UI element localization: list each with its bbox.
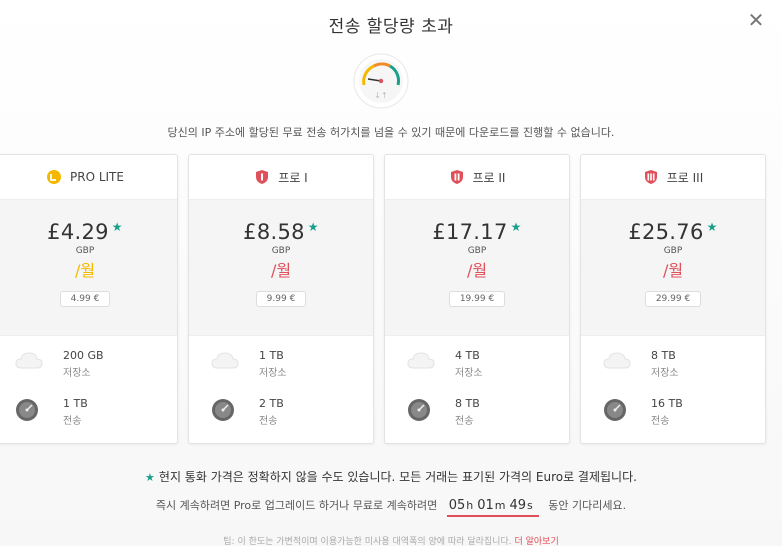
storage-amount: 8 TB: [651, 349, 676, 362]
timer-hours: 05: [448, 498, 466, 513]
currency-note: ★ 현지 통화 가격은 정확하지 않을 수도 있습니다. 모든 거래는 표기된 가…: [0, 468, 782, 485]
transfer-label: 전송: [63, 416, 82, 427]
cloud-icon: [211, 350, 239, 373]
star-icon: ★: [307, 220, 319, 234]
plan-name: PRO LITE: [70, 170, 124, 184]
plan-euro-price: 19.99 €: [448, 291, 506, 307]
plan-header: 프로 I: [189, 155, 373, 200]
storage-label: 저장소: [455, 368, 483, 379]
plan-period: /월: [662, 261, 684, 280]
learn-more-link[interactable]: 더 알아보기: [514, 537, 558, 546]
cloud-icon: [407, 350, 435, 373]
plan-euro-price: 4.99 €: [59, 291, 111, 307]
plan-price: £8.58: [243, 220, 305, 244]
storage-amount: 1 TB: [259, 349, 284, 362]
transfer-amount: 8 TB: [455, 397, 480, 410]
storage-amount: 200 GB: [63, 349, 104, 362]
cloud-icon: [603, 350, 631, 373]
plan-card-pro-i[interactable]: 프로 I £8.58 ★ GBP /월 9.99 € 1 TB 저장소 2 TB …: [188, 154, 374, 444]
storage-label: 저장소: [651, 368, 679, 379]
transfer-amount: 16 TB: [651, 397, 683, 410]
plan-price: £25.76: [628, 220, 704, 244]
transfer-gauge-small-icon: [211, 398, 235, 425]
countdown-timer: 05h 01m 49s: [446, 498, 539, 517]
transfer-gauge-icon: ↓↑: [352, 52, 410, 110]
cloud-icon: [15, 350, 43, 373]
star-icon: ★: [111, 220, 123, 234]
star-icon: ★: [145, 471, 155, 484]
timer-minutes: 01: [477, 498, 494, 513]
plan-euro-price: 29.99 €: [644, 291, 702, 307]
quota-message: 당신의 IP 주소에 할당된 무료 전송 허가치를 넘을 수 있기 때문에 다운…: [167, 126, 615, 139]
star-icon: ★: [706, 220, 718, 234]
pro-i-icon: [254, 169, 270, 185]
plan-price: £17.17: [432, 220, 508, 244]
star-icon: ★: [510, 220, 522, 234]
transfer-label: 전송: [455, 416, 474, 427]
storage-label: 저장소: [259, 368, 287, 379]
plan-card-pro-lite[interactable]: PRO LITE £4.29 ★ GBP /월 4.99 € 200 GB 저장소…: [0, 154, 178, 444]
plan-period: /월: [270, 261, 292, 280]
svg-text:↓↑: ↓↑: [374, 91, 387, 100]
plan-period: /월: [74, 261, 96, 280]
close-icon[interactable]: ✕: [746, 10, 766, 30]
wait-text-after: 동안 기다리세요.: [548, 499, 627, 512]
timer-seconds: 49: [509, 498, 527, 513]
tip-text: 팁: 이 한도는 가변적이며 이용가능한 미사용 대역폭의 양에 따라 달라집니…: [223, 537, 512, 546]
wait-message: 즉시 계속하려면 Pro로 업그레이드 하거나 무료로 계속하려면 05h 01m…: [0, 497, 782, 517]
plan-name: 프로 I: [278, 170, 308, 185]
storage-label: 저장소: [63, 368, 91, 379]
plan-price: £4.29: [47, 220, 109, 244]
plan-header: 프로 II: [385, 155, 569, 200]
transfer-amount: 1 TB: [63, 397, 88, 410]
tip-message: 팁: 이 한도는 가변적이며 이용가능한 미사용 대역폭의 양에 따라 달라집니…: [0, 534, 782, 546]
plan-currency: GBP: [75, 246, 95, 256]
plan-card-pro-ii[interactable]: 프로 II £17.17 ★ GBP /월 19.99 € 4 TB 저장소 8 …: [384, 154, 570, 444]
timer-minutes-unit: m: [494, 499, 506, 512]
plan-currency: GBP: [663, 246, 683, 256]
wait-text-before: 즉시 계속하려면 Pro로 업그레이드 하거나 무료로 계속하려면: [155, 499, 438, 512]
plan-card-pro-iii[interactable]: 프로 III £25.76 ★ GBP /월 29.99 € 8 TB 저장소 1…: [580, 154, 766, 444]
transfer-label: 전송: [651, 416, 670, 427]
plan-name: 프로 III: [666, 170, 704, 185]
plan-name: 프로 II: [472, 170, 506, 185]
plan-period: /월: [466, 261, 488, 280]
transfer-gauge-small-icon: [603, 398, 627, 425]
pro-iii-icon: [643, 169, 659, 185]
transfer-label: 전송: [259, 416, 278, 427]
plan-currency: GBP: [271, 246, 291, 256]
transfer-gauge-small-icon: [15, 398, 39, 425]
plan-currency: GBP: [467, 246, 487, 256]
transfer-gauge-small-icon: [407, 398, 431, 425]
timer-seconds-unit: s: [527, 499, 533, 512]
plan-cards: PRO LITE £4.29 ★ GBP /월 4.99 € 200 GB 저장소…: [0, 154, 782, 446]
storage-amount: 4 TB: [455, 349, 480, 362]
pro-ii-icon: [449, 169, 465, 185]
timer-hours-unit: h: [466, 499, 474, 512]
currency-note-text: 현지 통화 가격은 정확하지 않을 수도 있습니다. 모든 거래는 표기된 가격…: [158, 470, 637, 484]
transfer-amount: 2 TB: [259, 397, 284, 410]
page-title: 전송 할당량 초과: [328, 17, 454, 37]
pro-lite-icon: [46, 169, 62, 185]
plan-euro-price: 9.99 €: [255, 291, 307, 307]
plan-header: PRO LITE: [0, 155, 177, 200]
plan-header: 프로 III: [581, 155, 765, 200]
